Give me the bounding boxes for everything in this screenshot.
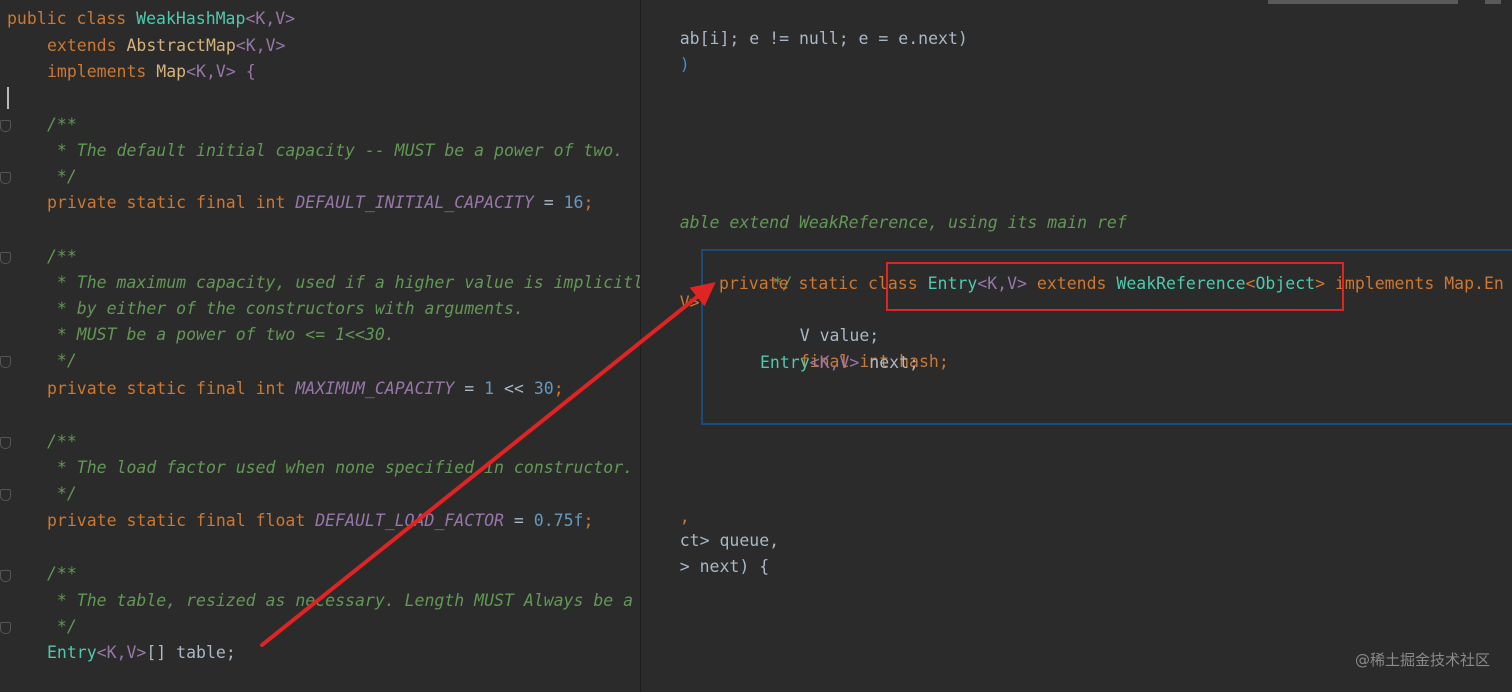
comment-text: * The table, resized as necessary. Lengt…: [47, 588, 640, 614]
code-text: ;: [583, 511, 594, 530]
keyword: extends: [47, 36, 117, 55]
code-line-comment: able extend WeakReference, using its mai…: [640, 184, 1127, 232]
comment-close: */: [47, 614, 77, 640]
keyword: private static final float: [47, 511, 306, 530]
code-text: * The load factor used when none specifi…: [47, 458, 634, 477]
code-text: ;: [583, 193, 594, 212]
comment-open: /**: [47, 561, 77, 587]
keyword: public class: [7, 9, 127, 28]
code-text: * MUST be a power of two <= 1<<30.: [47, 325, 395, 344]
keyword: implements: [47, 62, 147, 81]
class-name[interactable]: WeakHashMap: [136, 9, 245, 28]
code-line-queue: ct> queue,: [640, 502, 779, 550]
class-name-entry[interactable]: Entry: [47, 643, 97, 662]
keyword-implements: implements Map.En: [1334, 274, 1504, 293]
fold-icon[interactable]: [0, 570, 11, 582]
popup-line-hash: final int hash;: [760, 323, 949, 371]
code-line-comma: ,: [640, 478, 690, 526]
code-text: > next) {: [679, 557, 770, 576]
code-text: ;: [553, 379, 564, 398]
code-line-loop: ab[i]; e != null; e = e.next): [640, 0, 968, 48]
code-text: /**: [47, 564, 77, 583]
number-literal: 0.75f: [533, 511, 584, 530]
highlight-box: [886, 262, 1344, 311]
code-text: * The maximum capacity, used if a higher…: [56, 273, 640, 292]
editor-tab-indicator-2[interactable]: [1485, 0, 1501, 4]
code-text: /**: [47, 432, 77, 451]
comment-text: * The default initial capacity -- MUST b…: [47, 138, 623, 164]
popup-line-open-comment: /**: [760, 401, 830, 423]
fold-icon[interactable]: [0, 489, 11, 501]
code-text: * The default initial capacity -- MUST b…: [47, 141, 624, 160]
type-params: <K,V>: [809, 353, 860, 372]
code-text: =: [454, 379, 485, 398]
type-params: <K,V> {: [186, 62, 256, 81]
comment-open: /**: [47, 112, 77, 138]
keyword: private static final int: [47, 379, 286, 398]
code-text: ): [679, 55, 690, 74]
code-text: /**: [47, 247, 77, 266]
comment-open: /**: [47, 244, 77, 270]
popup-line-value: V value;: [760, 297, 879, 345]
code-text: =: [533, 193, 564, 212]
code-line-next: > next) {: [640, 528, 769, 576]
fold-icon[interactable]: [0, 437, 11, 449]
constant-name[interactable]: DEFAULT_LOAD_FACTOR: [315, 511, 504, 530]
number-literal: 1: [484, 379, 495, 398]
class-name-entry[interactable]: Entry: [760, 353, 810, 372]
fold-icon[interactable]: [0, 356, 11, 368]
fold-icon[interactable]: [0, 252, 11, 264]
class-name[interactable]: Map: [156, 62, 186, 81]
type-params: <K,V>: [245, 9, 296, 28]
code-text: * The table, resized as necessary. Lengt…: [56, 591, 634, 610]
left-editor-pane[interactable]: public class WeakHashMap<K,V> extends Ab…: [0, 0, 641, 692]
keyword: private static final int: [47, 193, 286, 212]
code-text: */: [47, 167, 77, 186]
code-text: <<: [494, 379, 534, 398]
constant-name[interactable]: MAXIMUM_CAPACITY: [295, 379, 454, 398]
field-default-initial-capacity: private static final int DEFAULT_INITIAL…: [47, 190, 593, 216]
popup-line-next: Entry<K,V> next;: [760, 350, 919, 376]
class-name[interactable]: AbstractMap: [126, 36, 235, 55]
code-line-extends: extends AbstractMap<K,V>: [47, 33, 285, 59]
comment-close: */: [47, 164, 77, 190]
code-text: */: [47, 484, 77, 503]
code-text: able extend WeakReference, using its mai…: [679, 213, 1127, 232]
field-default-load-factor: private static final float DEFAULT_LOAD_…: [47, 508, 593, 534]
code-line-paren: ): [640, 26, 690, 74]
number-literal: 30: [533, 379, 554, 398]
number-literal: 16: [563, 193, 584, 212]
code-text: =: [503, 511, 534, 530]
comment-close: */: [47, 481, 77, 507]
code-text: */: [47, 351, 77, 370]
constant-name[interactable]: DEFAULT_INITIAL_CAPACITY: [295, 193, 533, 212]
comment-open: /**: [47, 429, 77, 455]
type-params: <K,V>: [96, 643, 147, 662]
comment-text: * The load factor used when none specifi…: [47, 455, 633, 481]
code-text: next;: [859, 353, 919, 372]
code-line-implements: implements Map<K,V> {: [47, 59, 256, 85]
code-line-class-decl: public class WeakHashMap<K,V>: [7, 6, 295, 32]
comment-text: * by either of the constructors with arg…: [47, 296, 524, 322]
text-caret: [7, 87, 9, 109]
type-params: <K,V>: [235, 36, 286, 55]
field-table: Entry<K,V>[] table;: [47, 640, 236, 666]
comment-text: * MUST be a power of two <= 1<<30.: [47, 322, 395, 348]
code-text: * by either of the constructors with arg…: [47, 299, 524, 318]
code-text: [] table;: [146, 643, 236, 662]
fold-icon[interactable]: [0, 622, 11, 634]
code-text: ab[i]; e != null; e = e.next): [679, 29, 968, 48]
field-maximum-capacity: private static final int MAXIMUM_CAPACIT…: [47, 376, 564, 402]
popup-line-close-comment: */: [733, 251, 793, 293]
fold-icon[interactable]: [0, 120, 11, 132]
editor-tab-indicator[interactable]: [1268, 0, 1458, 4]
fold-icon[interactable]: [0, 172, 11, 184]
comment-close: */: [47, 348, 77, 374]
code-text: /**: [47, 115, 77, 134]
watermark-text: @稀土掘金技术社区: [1354, 651, 1490, 669]
comment-text: * The maximum capacity, used if a higher…: [47, 270, 640, 296]
code-text: */: [47, 617, 77, 636]
